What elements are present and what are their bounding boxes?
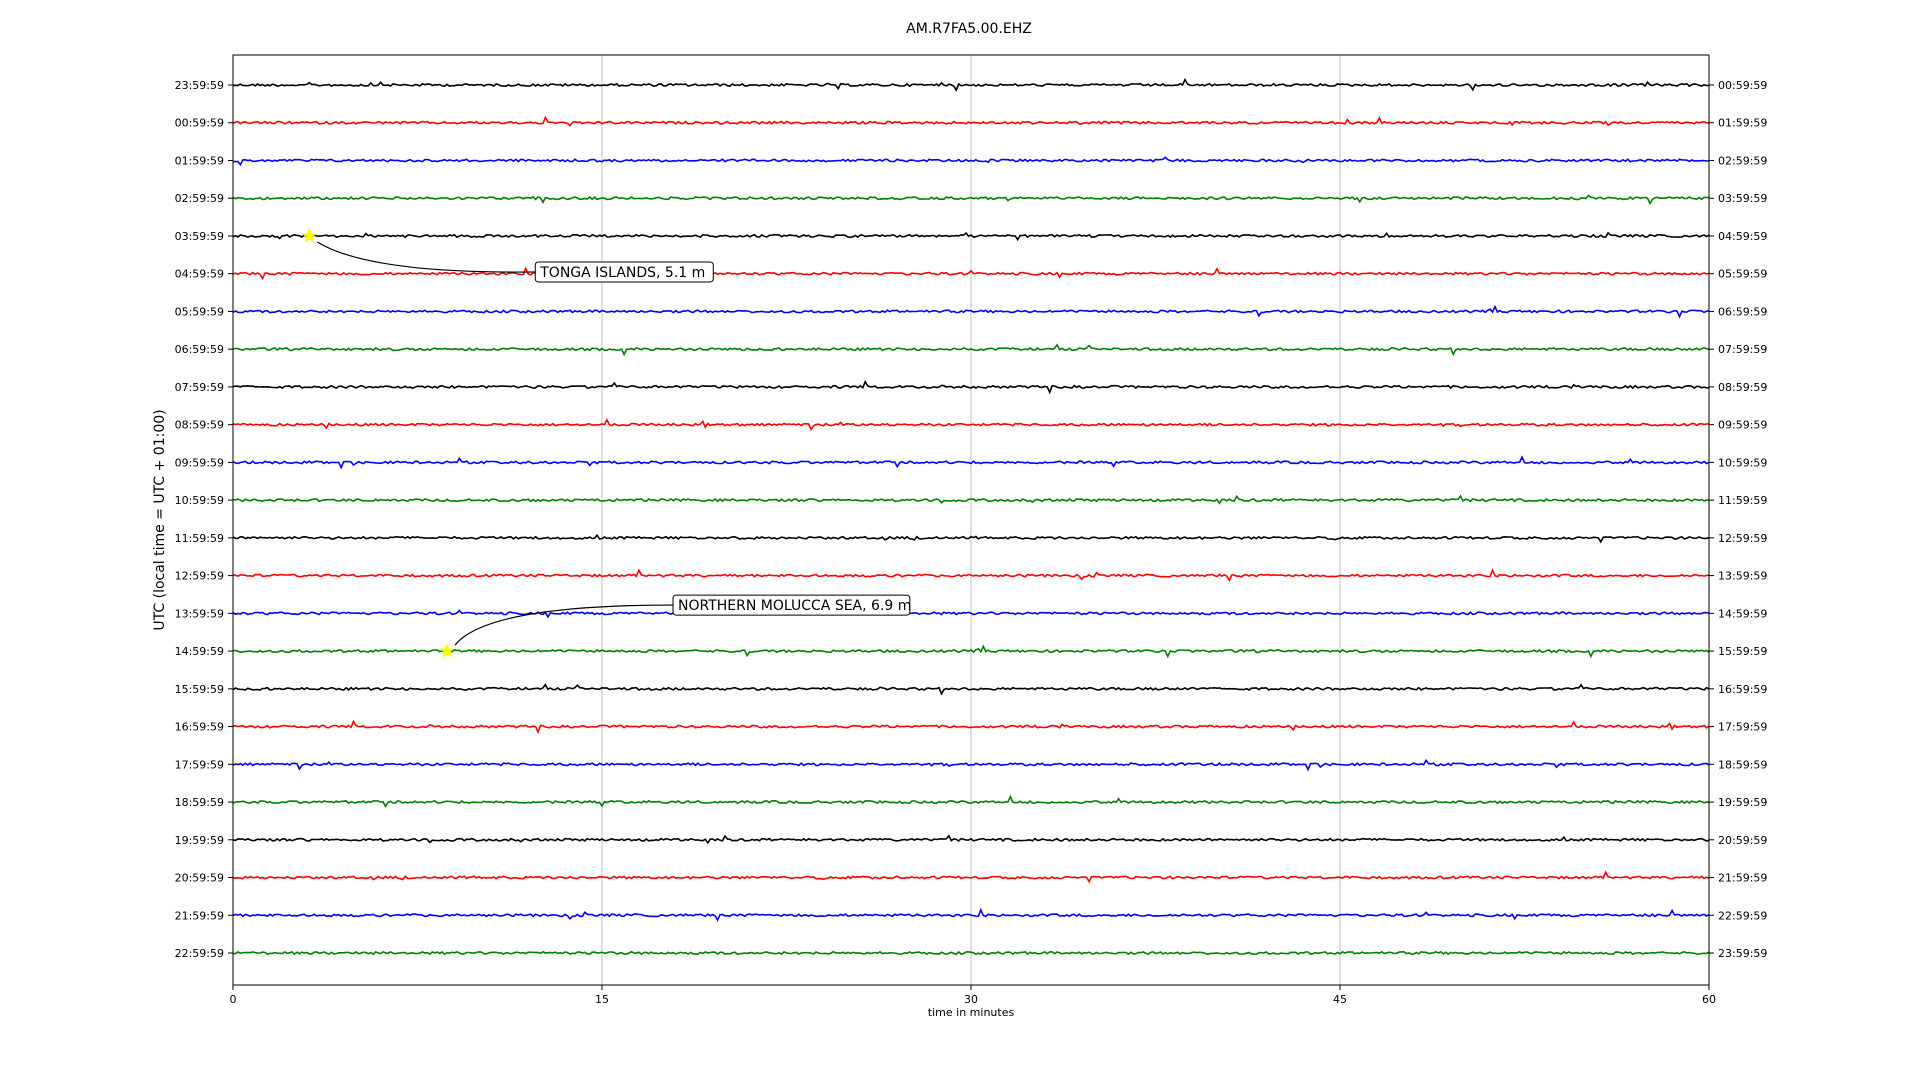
right-time-label: 02:59:59 bbox=[1718, 154, 1767, 167]
left-time-label: 16:59:59 bbox=[175, 721, 224, 734]
right-time-label: 03:59:59 bbox=[1718, 192, 1767, 205]
right-time-label: 06:59:59 bbox=[1718, 305, 1767, 318]
left-time-labels: 23:59:59 00:59:59 01:59:59 02:59:59 03:59:59… bbox=[175, 79, 233, 960]
event-annotation: NORTHERN MOLUCCA SEA, 6.9 m bbox=[439, 594, 911, 658]
right-time-label: 12:59:59 bbox=[1718, 532, 1767, 545]
left-time-label: 07:59:59 bbox=[175, 381, 224, 394]
left-time-label: 11:59:59 bbox=[175, 532, 224, 545]
right-time-label: 21:59:59 bbox=[1718, 872, 1767, 885]
left-time-label: 17:59:59 bbox=[175, 758, 224, 771]
right-time-label: 10:59:59 bbox=[1718, 456, 1767, 469]
x-tick-label: 30 bbox=[964, 993, 978, 1006]
left-time-label: 13:59:59 bbox=[175, 607, 224, 620]
right-time-label: 09:59:59 bbox=[1718, 419, 1767, 432]
right-time-label: 04:59:59 bbox=[1718, 230, 1767, 243]
y-axis-label: UTC (local time = UTC + 01:00) bbox=[152, 409, 168, 630]
right-time-label: 15:59:59 bbox=[1718, 645, 1767, 658]
left-time-label: 14:59:59 bbox=[175, 645, 224, 658]
left-time-label: 23:59:59 bbox=[175, 79, 224, 92]
right-time-label: 00:59:59 bbox=[1718, 79, 1767, 92]
left-time-label: 09:59:59 bbox=[175, 456, 224, 469]
right-time-label: 19:59:59 bbox=[1718, 796, 1767, 809]
left-time-label: 20:59:59 bbox=[175, 872, 224, 885]
helicorder-plot: AM.R7FA5.00.EHZ 23:59:59 00:59:59 01:59:59… bbox=[152, 21, 1767, 1019]
x-tick-label: 60 bbox=[1702, 993, 1716, 1006]
right-time-label: 22:59:59 bbox=[1718, 909, 1767, 922]
right-time-labels: 00:59:59 01:59:59 02:59:59 03:59:59 04:59:59… bbox=[1709, 79, 1767, 960]
left-time-label: 21:59:59 bbox=[175, 909, 224, 922]
left-time-label: 01:59:59 bbox=[175, 154, 224, 167]
left-time-label: 15:59:59 bbox=[175, 683, 224, 696]
right-time-label: 17:59:59 bbox=[1718, 721, 1767, 734]
right-time-label: 07:59:59 bbox=[1718, 343, 1767, 356]
event-star-marker bbox=[301, 228, 317, 243]
right-time-label: 11:59:59 bbox=[1718, 494, 1767, 507]
x-tick-label: 45 bbox=[1333, 993, 1347, 1006]
event-star-marker bbox=[439, 643, 455, 658]
right-time-label: 01:59:59 bbox=[1718, 117, 1767, 130]
left-time-label: 04:59:59 bbox=[175, 268, 224, 281]
left-time-label: 18:59:59 bbox=[175, 796, 224, 809]
event-connector bbox=[454, 604, 674, 646]
left-time-label: 08:59:59 bbox=[175, 419, 224, 432]
left-time-label: 19:59:59 bbox=[175, 834, 224, 847]
left-time-label: 00:59:59 bbox=[175, 117, 224, 130]
grid-lines bbox=[601, 55, 1341, 985]
x-tick-label: 0 bbox=[230, 993, 237, 1006]
left-time-label: 06:59:59 bbox=[175, 343, 224, 356]
left-time-label: 02:59:59 bbox=[175, 192, 224, 205]
chart-title: AM.R7FA5.00.EHZ bbox=[906, 21, 1032, 37]
right-time-label: 08:59:59 bbox=[1718, 381, 1767, 394]
right-time-label: 13:59:59 bbox=[1718, 570, 1767, 583]
event-label: NORTHERN MOLUCCA SEA, 6.9 m bbox=[678, 598, 911, 614]
right-time-label: 23:59:59 bbox=[1718, 947, 1767, 960]
right-time-label: 14:59:59 bbox=[1718, 607, 1767, 620]
event-label: TONGA ISLANDS, 5.1 m bbox=[539, 265, 705, 281]
right-time-label: 20:59:59 bbox=[1718, 834, 1767, 847]
left-time-label: 10:59:59 bbox=[175, 494, 224, 507]
right-time-label: 05:59:59 bbox=[1718, 268, 1767, 281]
x-tick-label: 15 bbox=[595, 993, 609, 1006]
left-time-label: 22:59:59 bbox=[175, 947, 224, 960]
event-connector bbox=[316, 241, 536, 273]
left-time-label: 05:59:59 bbox=[175, 305, 224, 318]
x-axis-ticks: 0 15 30 45 60 bbox=[230, 985, 1716, 1006]
right-time-label: 18:59:59 bbox=[1718, 758, 1767, 771]
left-time-label: 12:59:59 bbox=[175, 570, 224, 583]
right-time-label: 16:59:59 bbox=[1718, 683, 1767, 696]
left-time-label: 03:59:59 bbox=[175, 230, 224, 243]
x-axis-label: time in minutes bbox=[928, 1006, 1015, 1019]
event-annotations: TONGA ISLANDS, 5.1 m NORTHERN MOLUCCA SEA… bbox=[301, 228, 911, 658]
